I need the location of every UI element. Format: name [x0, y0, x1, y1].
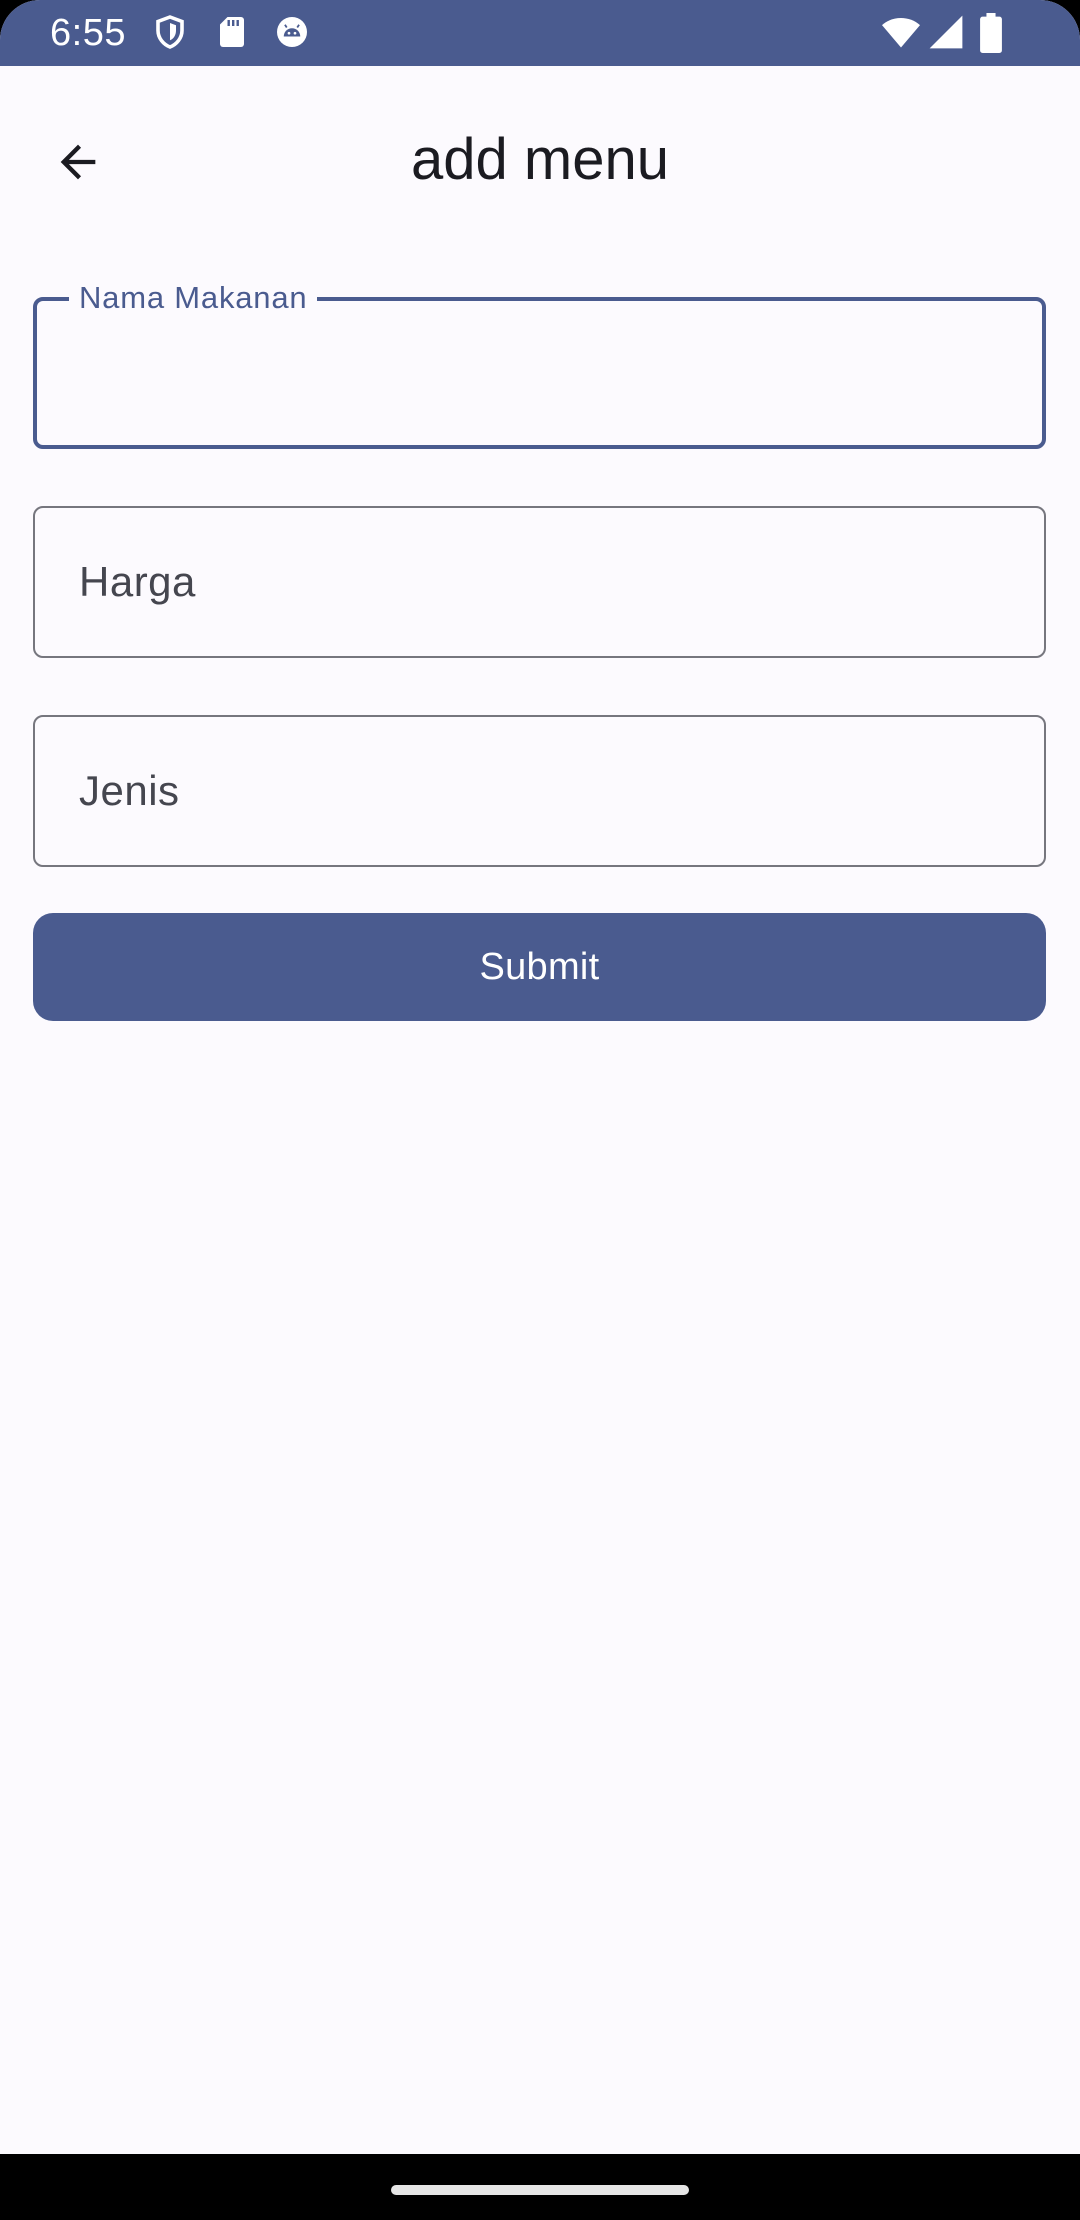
submit-button[interactable]: Submit	[33, 913, 1046, 1021]
navigation-bar	[0, 2154, 1080, 2220]
page-title: add menu	[411, 127, 669, 192]
cellular-signal-icon	[928, 13, 964, 51]
home-gesture-handle[interactable]	[391, 2185, 689, 2195]
sd-card-icon	[214, 14, 250, 50]
nama-makanan-input[interactable]	[77, 351, 1001, 413]
status-time: 6:55	[50, 12, 126, 54]
status-bar: 6:55	[0, 0, 1080, 66]
jenis-label: Jenis	[79, 767, 180, 814]
android-debug-icon	[274, 14, 310, 50]
wifi-icon	[880, 13, 922, 51]
top-app-bar: add menu	[0, 66, 1080, 242]
battery-icon	[978, 13, 1004, 53]
app-screen: 6:55 add menu Nama Makanan Harga Jenis S…	[0, 0, 1080, 2154]
harga-label: Harga	[79, 558, 196, 605]
jenis-field[interactable]: Jenis	[33, 715, 1046, 867]
harga-field[interactable]: Harga	[33, 506, 1046, 658]
nama-makanan-field[interactable]: Nama Makanan	[33, 279, 1046, 449]
nama-makanan-label: Nama Makanan	[69, 279, 318, 317]
shield-icon	[152, 14, 188, 50]
